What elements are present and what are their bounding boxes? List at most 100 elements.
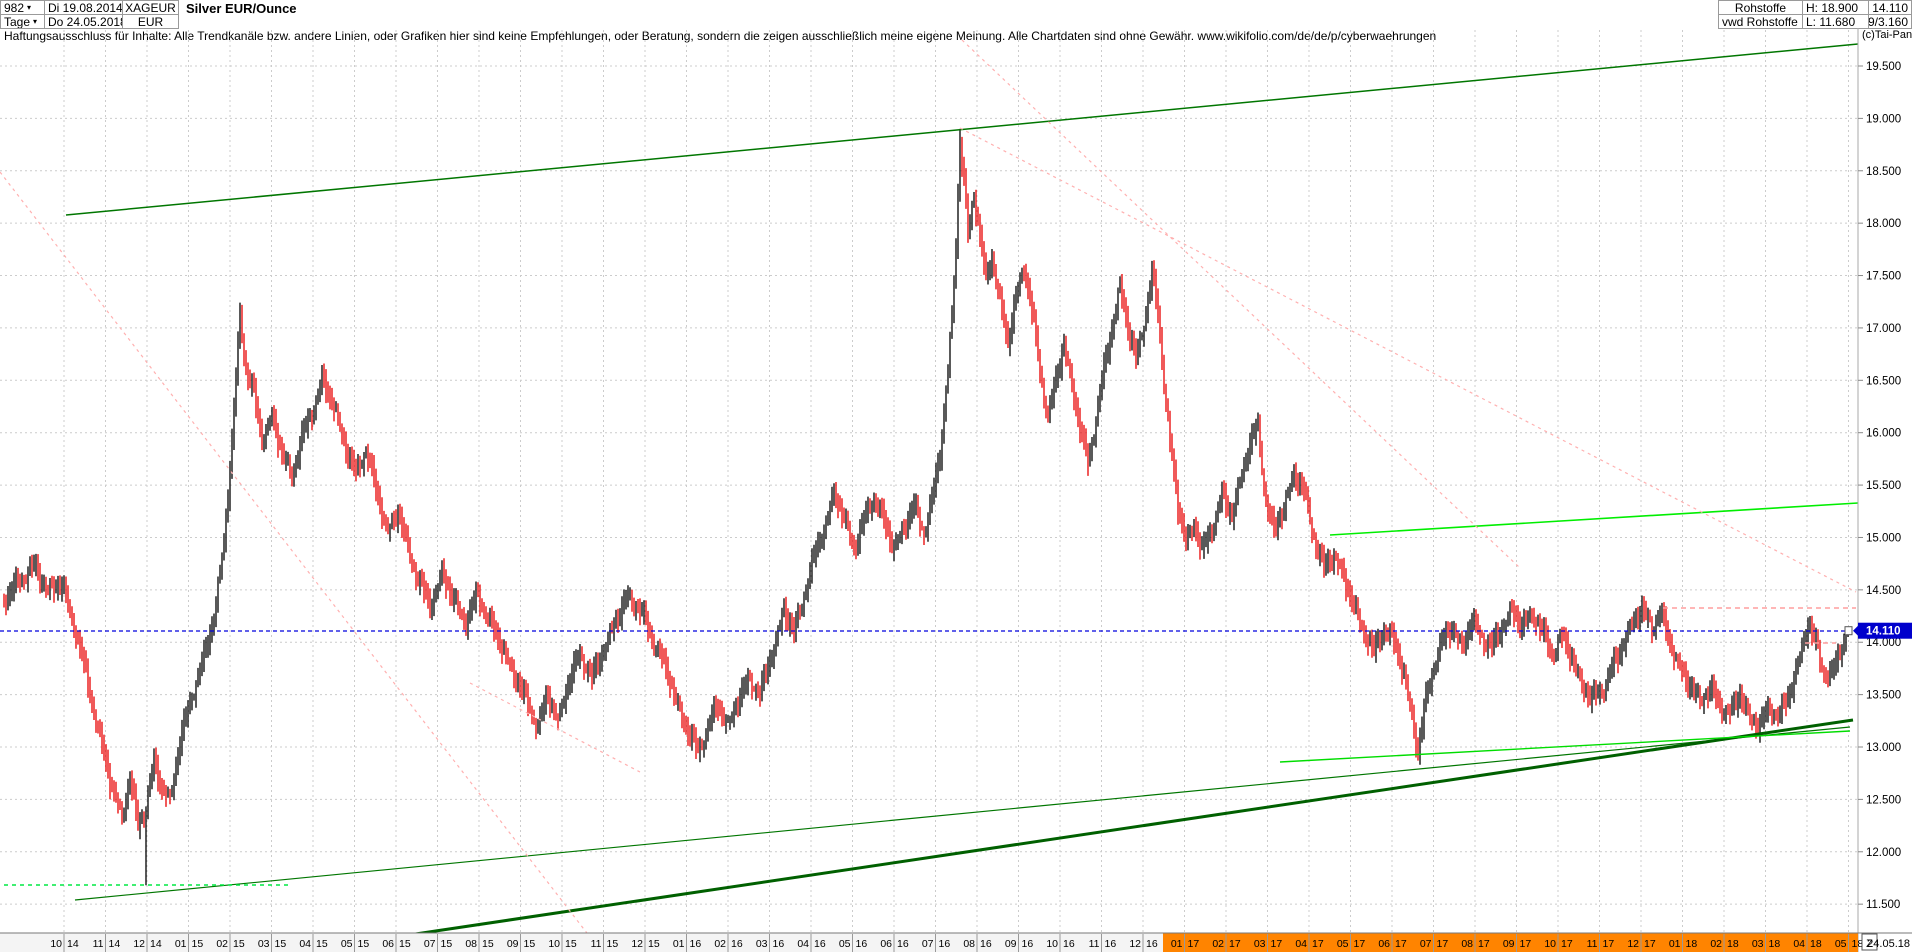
- x-axis-year-label: 18: [1810, 938, 1822, 950]
- y-axis-label: 14.500: [1866, 585, 1901, 597]
- x-axis-month-label: 03: [1254, 938, 1266, 950]
- x-axis-month-label: 05: [1337, 938, 1349, 950]
- x-axis-year-label: 17: [1312, 938, 1324, 950]
- x-axis-year-label: 17: [1561, 938, 1573, 950]
- x-axis-month-label: 01: [673, 938, 685, 950]
- x-axis-month-label: 07: [1420, 938, 1432, 950]
- x-axis-year-label: 15: [399, 938, 411, 950]
- bright-resistance-line: [1330, 503, 1858, 535]
- x-axis-year-label: 18: [1727, 938, 1739, 950]
- x-axis-month-label: 05: [341, 938, 353, 950]
- x-axis-month-label: 02: [714, 938, 726, 950]
- x-axis-year-label: 16: [1063, 938, 1075, 950]
- x-axis-month-label: 06: [1378, 938, 1390, 950]
- x-axis-month-label: 05: [839, 938, 851, 950]
- x-axis-month-label: 12: [631, 938, 643, 950]
- x-axis-month-label: 01: [1171, 938, 1183, 950]
- x-axis-year-label: 17: [1188, 938, 1200, 950]
- y-axis-label: 19.500: [1866, 61, 1901, 73]
- axis-end-date-label: 24.05.18: [1867, 938, 1910, 950]
- x-axis-month-label: 09: [1503, 938, 1515, 950]
- x-axis-month-label: 09: [1005, 938, 1017, 950]
- price-bars-down: [4, 137, 1840, 831]
- y-axis-label: 17.000: [1866, 323, 1901, 335]
- x-axis-month-label: 08: [963, 938, 975, 950]
- x-axis-year-label: 15: [358, 938, 370, 950]
- x-axis-month-label: 04: [299, 938, 311, 950]
- x-axis-month-label: 11: [591, 938, 602, 950]
- y-axis-label: 13.500: [1866, 690, 1901, 702]
- lower-channel-line: [75, 727, 1850, 900]
- x-axis-month-label: 01: [1669, 938, 1681, 950]
- x-axis-year-label: 16: [897, 938, 909, 950]
- x-axis-month-label: 09: [507, 938, 519, 950]
- x-axis-year-label: 15: [316, 938, 328, 950]
- x-axis-year-label: 17: [1478, 938, 1490, 950]
- x-axis-year-label: 16: [1105, 938, 1117, 950]
- y-axis-label: 12.000: [1866, 847, 1901, 859]
- x-axis-year-label: 15: [233, 938, 245, 950]
- x-axis-month-label: 08: [465, 938, 477, 950]
- bright-support-line: [1280, 731, 1850, 762]
- x-axis-year-label: 16: [690, 938, 702, 950]
- x-axis-year-label: 15: [524, 938, 536, 950]
- current-price-label: 14.110: [1866, 626, 1901, 638]
- x-axis-year-label: 15: [607, 938, 619, 950]
- x-axis-month-label: 06: [382, 938, 394, 950]
- x-axis-year-label: 16: [1022, 938, 1034, 950]
- y-axis-label: 19.000: [1866, 113, 1901, 125]
- x-axis-year-label: 18: [1686, 938, 1698, 950]
- x-axis-year-label: 16: [1146, 938, 1158, 950]
- x-axis-month-label: 04: [1295, 938, 1307, 950]
- x-axis-month-label: 02: [1710, 938, 1722, 950]
- x-axis-month-label: 10: [50, 938, 62, 950]
- y-axis-label: 14.000: [1866, 637, 1901, 649]
- x-axis-month-label: 11: [1587, 938, 1598, 950]
- x-axis-year-label: 16: [814, 938, 826, 950]
- price-bars-up: [8, 129, 1848, 885]
- y-axis-label: 12.500: [1866, 794, 1901, 806]
- x-axis-month-label: 10: [1046, 938, 1058, 950]
- x-axis-year-label: 17: [1271, 938, 1283, 950]
- x-axis-year-label: 17: [1520, 938, 1532, 950]
- x-axis-month-label: 10: [1544, 938, 1556, 950]
- x-axis-month-label: 03: [258, 938, 270, 950]
- x-axis-month-label: 10: [548, 938, 560, 950]
- x-axis-year-label: 16: [856, 938, 868, 950]
- y-axis-label: 13.000: [1866, 742, 1901, 754]
- y-axis-label: 17.500: [1866, 271, 1901, 283]
- x-axis-year-label: 16: [773, 938, 785, 950]
- y-axis-label: 16.500: [1866, 375, 1901, 387]
- price-chart: 11.500 12.000 12.500 13.000 13.500 14.000 14.5…: [0, 0, 1912, 952]
- y-axis-label: 15.000: [1866, 532, 1901, 544]
- x-axis-year-label: 17: [1354, 938, 1366, 950]
- downtrend-dashed-left2: [470, 683, 640, 772]
- x-axis-month-label: 12: [1627, 938, 1639, 950]
- last-price-marker: [1845, 627, 1852, 635]
- x-axis-year-label: 16: [980, 938, 992, 950]
- x-axis-month-label: 11: [1089, 938, 1100, 950]
- x-axis-month-label: 07: [424, 938, 436, 950]
- y-axis-label: 16.000: [1866, 428, 1901, 440]
- x-axis-month-label: 12: [1129, 938, 1141, 950]
- y-axis-label: 15.500: [1866, 480, 1901, 492]
- x-axis-year-label: 15: [482, 938, 494, 950]
- x-axis-month-label: 08: [1461, 938, 1473, 950]
- x-axis-month-label: 07: [922, 938, 934, 950]
- thick-support-line: [375, 720, 1853, 940]
- y-axis-label: 11.500: [1866, 899, 1900, 911]
- downtrend-dashed-left: [0, 172, 600, 950]
- current-price-pointer: [1853, 626, 1858, 636]
- x-axis-month-label: 01: [175, 938, 187, 950]
- x-axis-month-label: 03: [1752, 938, 1764, 950]
- downtrend-dashed-peak1: [962, 40, 1520, 568]
- x-axis-year-label: 18: [1769, 938, 1781, 950]
- y-axis-label: 18.500: [1866, 166, 1901, 178]
- x-axis-year-label: 17: [1395, 938, 1407, 950]
- x-axis-year-label: 15: [275, 938, 287, 950]
- x-axis-year-label: 15: [441, 938, 453, 950]
- downtrend-dashed-peak2: [960, 128, 1856, 592]
- x-axis-year-label: 14: [67, 938, 79, 950]
- x-axis-year-label: 17: [1229, 938, 1241, 950]
- x-axis-year-label: 16: [939, 938, 951, 950]
